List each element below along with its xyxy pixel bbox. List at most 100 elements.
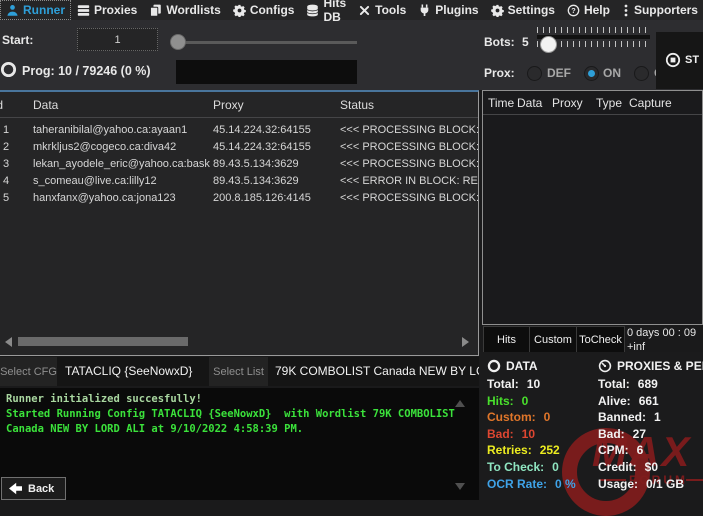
proxies-stats-panel: PROXIES & PER Total:689 Alive:661 Banned… [598, 359, 703, 493]
data-stats-panel: DATA Total:10 Hits:0 Custom:0 Bad:10 Ret… [487, 359, 576, 493]
table-row[interactable]: 4 s_comeau@live.ca:lilly12 89.43.5.134:3… [0, 173, 478, 190]
nav-tab-tools[interactable]: Tools [352, 0, 412, 20]
prox-radio-on[interactable] [584, 66, 599, 81]
proxy-credit: Credit:$0 [598, 460, 703, 477]
top-menu-bar: Runner Proxies Wordlists Configs Hits DB… [0, 0, 703, 20]
scroll-left-icon[interactable] [5, 337, 12, 347]
record-circle-icon [665, 52, 681, 68]
prox-radio-off[interactable] [634, 66, 649, 81]
stat-hits: Hits:0 [487, 394, 576, 411]
col-header-data[interactable]: Data [517, 96, 542, 110]
stat-bad: Bad:10 [487, 427, 576, 444]
col-header-proxy[interactable]: Proxy [552, 96, 583, 110]
gear-icon [491, 4, 504, 17]
log-line: Started Running Config TATACLIQ {SeeNowx… [6, 407, 473, 422]
tocheck-filter-button[interactable]: ToCheck [576, 326, 625, 354]
proxies-icon [77, 4, 90, 17]
horizontal-scrollbar[interactable] [0, 336, 478, 348]
nav-tab-wordlists[interactable]: Wordlists [143, 0, 226, 20]
bots-slider-thumb[interactable] [540, 36, 557, 53]
col-header-time[interactable]: Time [488, 96, 514, 110]
stat-tocheck: To Check:0 [487, 460, 576, 477]
table-row[interactable]: 1 taheranibilal@yahoo.ca:ayaan1 45.14.22… [0, 122, 478, 139]
selected-wordlist-field[interactable]: 79K COMBOLIST Canada NEW BY LORD ALI [268, 357, 479, 386]
stat-ocr-rate: OCR Rate:0 % [487, 477, 576, 494]
start-slider-thumb[interactable] [170, 34, 186, 50]
config-selection-bar: Select CFG TATACLIQ {SeeNowxD} Select Li… [0, 357, 479, 386]
log-line: Runner initialized succesfully! [6, 392, 473, 407]
gear-icon [233, 4, 246, 17]
proxy-usage: Usage:0/1 GB [598, 477, 703, 494]
runner-controls: Start: 1 Prog: 10 / 79246 (0 %) Bots: 5 … [0, 20, 703, 90]
runner-icon [6, 4, 19, 17]
start-button[interactable]: ST [665, 52, 699, 68]
slider-ticks-top [537, 27, 650, 33]
col-header-proxy[interactable]: Proxy [213, 98, 244, 112]
prox-radio-def[interactable] [527, 66, 542, 81]
header-divider [483, 114, 702, 115]
proxy-alive: Alive:661 [598, 394, 703, 411]
stat-total: Total:10 [487, 377, 576, 394]
checks-table-panel: Id Data Proxy Status 1 taheranibilal@yah… [0, 90, 479, 356]
nav-tab-help[interactable]: ? Help [561, 0, 616, 20]
nav-tab-proxies[interactable]: Proxies [71, 0, 143, 20]
col-header-capture[interactable]: Capture [629, 96, 672, 110]
nav-tab-supporters[interactable]: Supporters [616, 0, 703, 20]
progress-bar [176, 60, 357, 84]
start-label: Start: [2, 33, 33, 47]
header-divider [0, 117, 478, 118]
nav-tab-runner[interactable]: Runner [0, 0, 71, 20]
hits-filter-button[interactable]: Hits [483, 326, 530, 354]
data-stats-title: DATA [506, 359, 538, 373]
nav-tab-settings[interactable]: Settings [485, 0, 561, 20]
proxy-cpm: CPM:6 [598, 443, 703, 460]
prox-radio-def-label[interactable]: DEF [547, 66, 571, 80]
selected-config-field[interactable]: TATACLIQ {SeeNowxD} [57, 357, 209, 386]
col-header-type[interactable]: Type [596, 96, 622, 110]
proxy-bad: Bad:27 [598, 427, 703, 444]
progress-text: Prog: 10 / 79246 (0 %) [22, 64, 151, 78]
database-icon [306, 4, 319, 17]
vertical-dots-icon [622, 4, 630, 17]
scroll-down-icon[interactable] [455, 483, 465, 490]
custom-filter-button[interactable]: Custom [529, 326, 577, 354]
gauge-icon [598, 359, 612, 373]
scroll-up-icon[interactable] [455, 400, 465, 407]
svg-text:?: ? [571, 6, 576, 15]
elapsed-time: 0 days 00 : 09 [627, 327, 703, 339]
proxy-total: Total:689 [598, 377, 703, 394]
ring-icon [487, 359, 501, 373]
select-config-button[interactable]: Select CFG [0, 357, 57, 386]
nav-tab-configs[interactable]: Configs [227, 0, 301, 20]
bots-value: 5 [522, 35, 529, 49]
help-icon: ? [567, 4, 580, 17]
select-list-button[interactable]: Select List [209, 357, 268, 386]
hits-table-panel: Time Data Proxy Type Capture [482, 90, 703, 325]
start-slider-track[interactable] [176, 41, 357, 44]
table-row[interactable]: 5 hanxfanx@yahoo.ca:jona123 200.8.185.12… [0, 190, 478, 207]
table-row[interactable]: 3 lekan_ayodele_eric@yahoo.ca:baske 89.4… [0, 156, 478, 173]
col-header-status[interactable]: Status [340, 98, 374, 112]
col-header-data[interactable]: Data [33, 98, 58, 112]
nav-tab-plugins[interactable]: Plugins [412, 0, 484, 20]
back-arrow-icon [8, 482, 23, 495]
col-header-id[interactable]: Id [0, 98, 3, 112]
nav-tab-hitsdb[interactable]: Hits DB [300, 0, 352, 20]
start-button-panel: ST [656, 32, 703, 89]
back-button[interactable]: Back [1, 477, 66, 500]
checks-rows: 1 taheranibilal@yahoo.ca:ayaan1 45.14.22… [0, 122, 478, 207]
stat-retries: Retries:252 [487, 443, 576, 460]
bots-slider[interactable] [537, 27, 650, 47]
scroll-right-icon[interactable] [462, 337, 469, 347]
wordlists-icon [149, 4, 162, 17]
log-line: Canada NEW BY LORD ALI at 9/10/2022 4:58… [6, 422, 473, 437]
progress-ring-icon [0, 61, 17, 78]
prox-radio-on-label[interactable]: ON [603, 66, 621, 80]
start-value-input[interactable]: 1 [77, 28, 158, 51]
prox-label: Prox: [484, 66, 515, 80]
proxies-stats-title: PROXIES & PER [617, 359, 703, 373]
table-row[interactable]: 2 mkrkljus2@cogeco.ca:diva42 45.14.224.3… [0, 139, 478, 156]
log-console[interactable]: Runner initialized succesfully! Started … [0, 388, 479, 500]
scrollbar-thumb[interactable] [18, 337, 188, 346]
stat-custom: Custom:0 [487, 410, 576, 427]
